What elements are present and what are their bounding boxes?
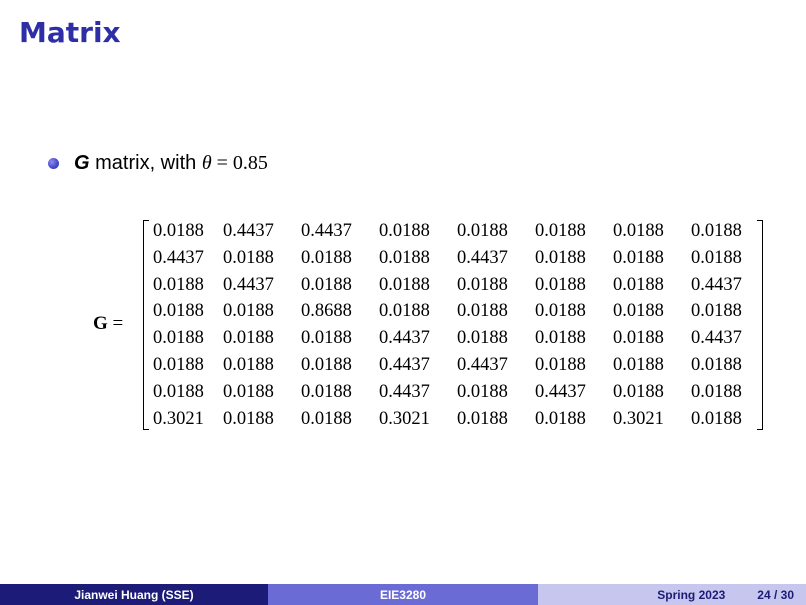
matrix-cell: 0.8688 (301, 301, 352, 322)
matrix-cell: 0.0188 (153, 381, 204, 402)
footer-bar: Jianwei Huang (SSE) EIE3280 Spring 2023 … (0, 584, 806, 605)
matrix-cell: 0.0188 (691, 221, 742, 241)
matrix-cell: 0.4437 (691, 328, 742, 349)
left-bracket (143, 220, 149, 430)
matrix-cell: 0.4437 (457, 354, 508, 375)
matrix-cell: 0.0188 (613, 354, 664, 375)
matrix-cell: 0.0188 (379, 221, 430, 241)
page-number: 24 / 30 (757, 587, 794, 602)
matrix-cell: 0.0188 (613, 381, 664, 402)
matrix-cell: 0.3021 (153, 408, 204, 429)
matrix-cell: 0.4437 (379, 381, 430, 402)
author-label: Jianwei Huang (SSE) (74, 587, 194, 602)
bullet-phrase: matrix, with (89, 152, 202, 174)
matrix-cell: 0.0188 (691, 381, 742, 402)
matrix-grid: 0.0188 0.4437 0.4437 0.0188 0.0188 0.0188 0.01… (153, 218, 755, 432)
matrix-cell: 0.4437 (379, 354, 430, 375)
matrix-cell: 0.0188 (535, 301, 586, 322)
matrix-cell: 0.4437 (153, 247, 204, 268)
matrix-cell: 0.0188 (379, 274, 430, 295)
matrix-cell: 0.0188 (691, 408, 742, 429)
matrix-cell: 0.0188 (457, 221, 508, 241)
matrix-cell: 0.0188 (535, 328, 586, 349)
matrix-cell: 0.3021 (613, 408, 664, 429)
matrix-cell: 0.0188 (613, 247, 664, 268)
matrix-cell: 0.4437 (301, 221, 352, 241)
bullet-item: G matrix, with θ = 0.85 (48, 152, 268, 175)
bullet-icon (48, 158, 59, 169)
matrix-cell: 0.0188 (535, 354, 586, 375)
course-label: EIE3280 (379, 587, 427, 602)
matrix-cell: 0.0188 (535, 408, 586, 429)
matrix-cell: 0.4437 (691, 274, 742, 295)
matrix-cell: 0.0188 (457, 328, 508, 349)
matrix-cell: 0.0188 (301, 381, 352, 402)
matrix-cell: 0.0188 (535, 274, 586, 295)
matrix-cell: 0.0188 (301, 274, 352, 295)
matrix-cell: 0.0188 (301, 408, 352, 429)
matrix-cell: 0.0188 (301, 328, 352, 349)
matrix-cell: 0.0188 (153, 274, 204, 295)
matrix-cell: 0.4437 (223, 221, 274, 241)
matrix-cell: 0.0188 (535, 247, 586, 268)
matrix-cell: 0.0188 (613, 274, 664, 295)
matrix-cell: 0.0188 (153, 354, 204, 375)
matrix-cell: 0.0188 (223, 381, 274, 402)
matrix-cell: 0.0188 (301, 354, 352, 375)
matrix-cell: 0.0188 (457, 301, 508, 322)
matrix-cell: 0.4437 (379, 328, 430, 349)
matrix-cell: 0.0188 (457, 381, 508, 402)
matrix-cell: 0.0188 (153, 221, 204, 241)
g-symbol: G (74, 152, 90, 174)
matrix-cell: 0.0188 (691, 301, 742, 322)
matrix-cell: 0.0188 (223, 328, 274, 349)
date-label: Spring 2023 (657, 587, 726, 602)
right-bracket (757, 220, 763, 430)
theta-value: = 0.85 (211, 152, 268, 174)
matrix-cell: 0.0188 (613, 301, 664, 322)
matrix-cell: 0.0188 (613, 328, 664, 349)
matrix-cell: 0.4437 (223, 274, 274, 295)
matrix-cell: 0.0188 (691, 247, 742, 268)
g-matrix: 0.0188 0.4437 0.4437 0.0188 0.0188 0.0188 0.01… (143, 218, 763, 432)
matrix-cell: 0.0188 (153, 301, 204, 322)
matrix-cell: 0.0188 (457, 274, 508, 295)
matrix-cell: 0.0188 (535, 221, 586, 241)
matrix-cell: 0.3021 (379, 408, 430, 429)
footer-author: Jianwei Huang (SSE) (0, 584, 268, 605)
footer-course: EIE3280 (268, 584, 538, 605)
matrix-cell: 0.4437 (535, 381, 586, 402)
matrix-cell: 0.0188 (379, 301, 430, 322)
equals-sign: = (107, 313, 124, 334)
bullet-text: G matrix, with θ = 0.85 (74, 152, 268, 175)
matrix-cell: 0.0188 (153, 328, 204, 349)
matrix-cell: 0.0188 (223, 408, 274, 429)
theta-symbol: θ (201, 152, 212, 174)
matrix-cell: 0.0188 (691, 354, 742, 375)
matrix-cell: 0.0188 (301, 247, 352, 268)
matrix-cell: 0.0188 (223, 301, 274, 322)
footer-info: Spring 2023 24 / 30 (538, 584, 806, 605)
matrix-cell: 0.0188 (379, 247, 430, 268)
slide-title: Matrix (19, 16, 121, 49)
matrix-cell: 0.0188 (223, 247, 274, 268)
matrix-name: G (93, 313, 108, 334)
matrix-cell: 0.4437 (457, 247, 508, 268)
matrix-cell: 0.0188 (223, 354, 274, 375)
matrix-cell: 0.0188 (613, 221, 664, 241)
matrix-cell: 0.0188 (457, 408, 508, 429)
matrix-equation-lhs: G = (93, 313, 123, 335)
